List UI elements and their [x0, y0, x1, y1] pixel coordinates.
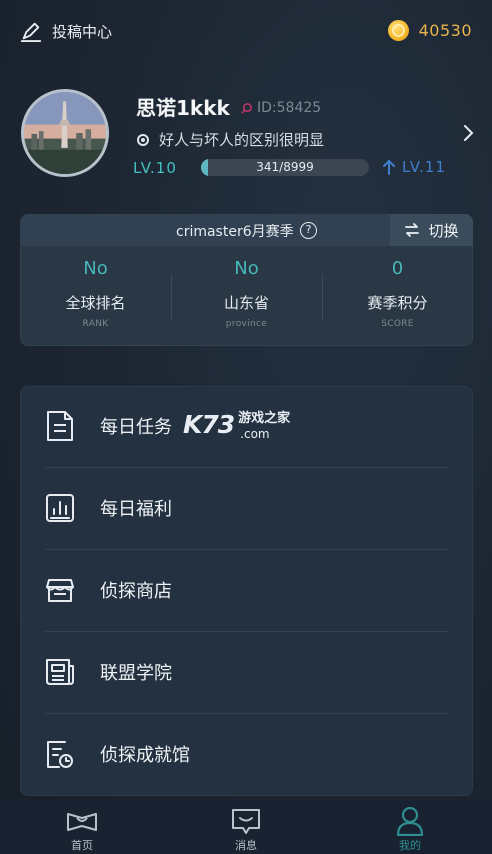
watermark-logo: K73 游戏之家 .com: [183, 410, 291, 442]
stat-score-sub: SCORE: [381, 319, 414, 329]
stat-rank-label: 全球排名: [65, 294, 126, 312]
level-next-text: LV.11: [402, 158, 446, 176]
menu-item-label: 联盟学院: [100, 663, 172, 684]
stat-province: No 山东省 province: [171, 258, 322, 329]
menu-item-alliance-academy[interactable]: 联盟学院: [20, 632, 473, 714]
submit-center-label: 投稿中心: [52, 22, 113, 41]
newspaper-icon: [46, 659, 74, 685]
tab-home[interactable]: 首页: [0, 806, 164, 853]
chevron-right-icon[interactable]: [462, 124, 474, 142]
top-bar: 投稿中心 40530: [0, 0, 492, 62]
coin-icon: [387, 20, 409, 41]
tab-profile-label: 我的: [399, 839, 421, 852]
season-title: crimaster6月赛季: [176, 224, 294, 240]
tab-home-label: 首页: [71, 839, 93, 852]
stat-province-sub: province: [225, 319, 268, 329]
level-current: LV.10: [133, 159, 177, 177]
user-motto: 好人与坏人的区别很明显: [137, 129, 324, 150]
stat-province-value: No: [234, 258, 259, 279]
tab-profile[interactable]: 我的: [328, 806, 492, 853]
radio-dot-icon: [137, 133, 149, 146]
help-icon[interactable]: ?: [300, 222, 317, 239]
submit-center-button[interactable]: 投稿中心: [20, 20, 112, 42]
home-icon: [67, 813, 97, 831]
search-id-icon: [241, 102, 252, 114]
menu-item-label: 侦探商店: [100, 581, 172, 602]
feature-menu: 每日任务 每日福利 侦探商店 联盟学院 侦探成就馆: [20, 386, 473, 796]
stat-rank-value: No: [83, 258, 108, 279]
stat-province-label: 山东省: [223, 294, 269, 312]
tab-messages[interactable]: 消息: [164, 806, 328, 853]
watermark-cn: 游戏之家: [238, 411, 291, 426]
menu-item-achievement-hall[interactable]: 侦探成就馆: [20, 714, 473, 796]
user-id: ID:58425: [240, 100, 321, 116]
switch-season-label: 切换: [428, 221, 459, 240]
coin-count: 40530: [418, 21, 472, 40]
menu-item-label: 侦探成就馆: [100, 745, 190, 766]
document-icon: [47, 411, 73, 441]
store-icon: [46, 579, 74, 602]
user-id-text: ID:58425: [257, 100, 322, 116]
tab-messages-label: 消息: [235, 839, 257, 852]
switch-season-button[interactable]: 切换: [390, 214, 473, 246]
stat-rank: No 全球排名 RANK: [20, 258, 171, 329]
xp-progress-text: 341/8999: [256, 160, 314, 174]
stat-rank-sub: RANK: [82, 319, 109, 329]
achievement-icon: [47, 741, 73, 768]
bottom-tab-bar: 首页 消息 我的: [0, 800, 492, 854]
user-name: 思诺1kkk: [136, 96, 230, 120]
menu-item-label: 每日任务: [100, 417, 172, 438]
profile-icon: [396, 806, 424, 836]
avatar[interactable]: [21, 89, 109, 177]
profile-card[interactable]: 思诺1kkk ID:58425 好人与坏人的区别很明显 LV.10 341/89…: [0, 88, 492, 188]
menu-item-daily-welfare[interactable]: 每日福利: [20, 468, 473, 550]
user-motto-text: 好人与坏人的区别很明显: [159, 131, 325, 149]
stat-score: 0 赛季积分 SCORE: [322, 258, 473, 329]
menu-item-label: 每日福利: [100, 499, 172, 520]
stat-score-label: 赛季积分: [367, 294, 428, 312]
season-card: crimaster6月赛季 ? 切换 No 全球排名 RANK No 山东省 p…: [20, 214, 473, 346]
edit-icon: [20, 22, 42, 42]
coin-balance[interactable]: 40530: [387, 20, 472, 41]
season-header: crimaster6月赛季 ? 切换: [20, 214, 473, 246]
arrow-up-icon: [383, 160, 395, 175]
xp-progress-bar: 341/8999: [201, 159, 369, 176]
swap-icon: [405, 223, 420, 237]
chart-icon: [46, 494, 74, 522]
stat-score-value: 0: [391, 258, 404, 279]
watermark-brand: K73: [183, 410, 235, 439]
watermark-com: .com: [240, 427, 270, 441]
level-next: LV.11: [382, 158, 446, 176]
menu-item-detective-store[interactable]: 侦探商店: [20, 550, 473, 632]
message-icon: [232, 809, 260, 834]
